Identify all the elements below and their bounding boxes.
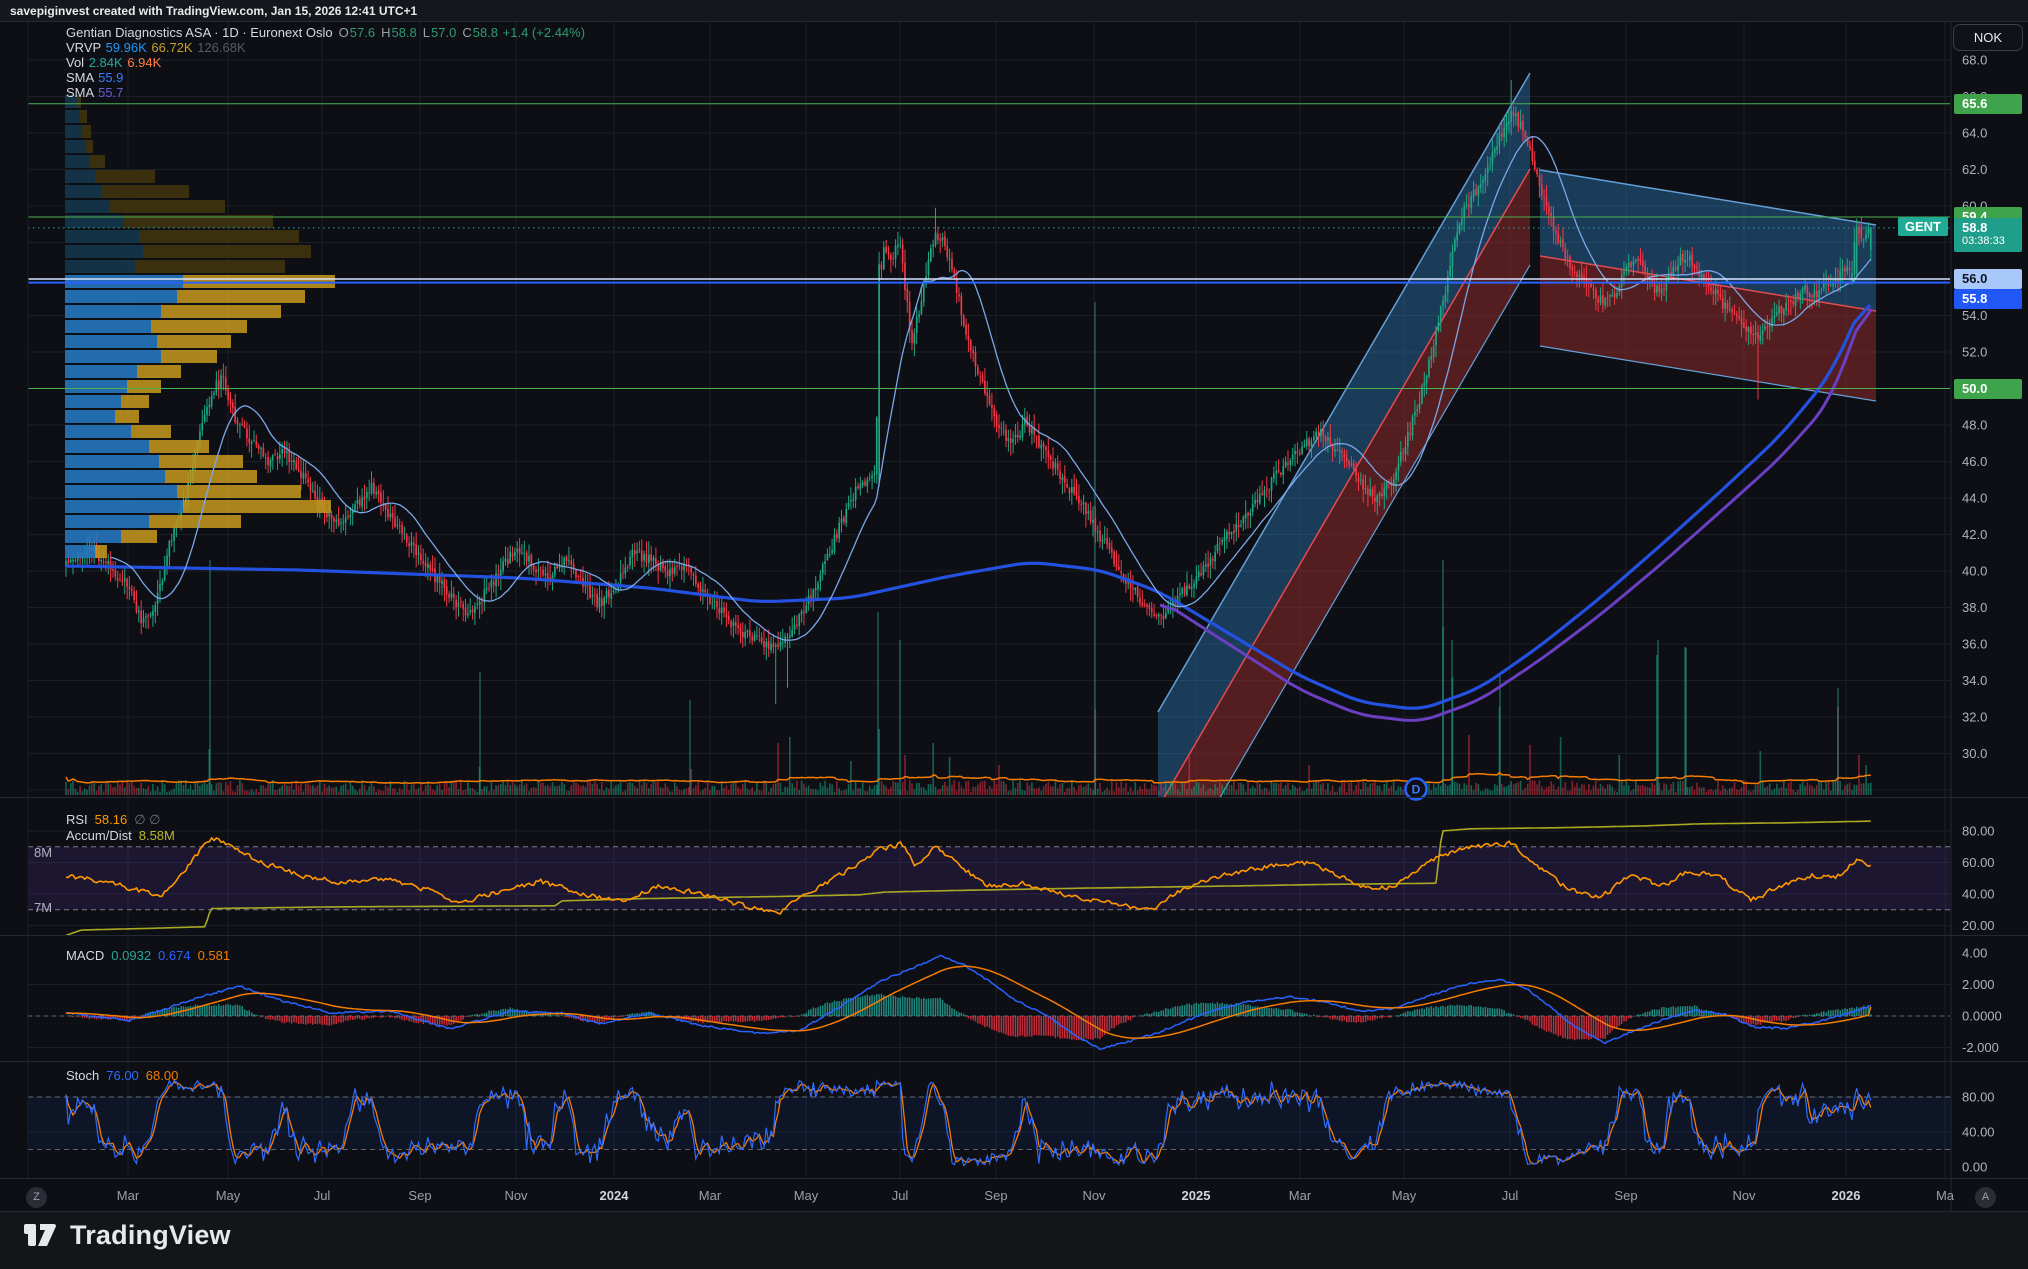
ohlc-key: L bbox=[423, 25, 430, 40]
tradingview-logo-icon bbox=[24, 1219, 60, 1251]
svg-text:64.0: 64.0 bbox=[1962, 126, 1987, 141]
svg-text:32.0: 32.0 bbox=[1962, 710, 1987, 725]
svg-text:48.0: 48.0 bbox=[1962, 418, 1987, 433]
main-legend[interactable]: Gentian Diagnostics ASA · 1D · Euronext … bbox=[66, 26, 585, 101]
svg-text:Nov: Nov bbox=[1732, 1188, 1756, 1203]
svg-text:Sep: Sep bbox=[1614, 1188, 1637, 1203]
svg-text:Mar: Mar bbox=[117, 1188, 140, 1203]
svg-text:62.0: 62.0 bbox=[1962, 162, 1987, 177]
legend-row-vrvp[interactable]: VRVP 59.96K 66.72K 126.68K bbox=[66, 41, 585, 56]
svg-text:May: May bbox=[216, 1188, 241, 1203]
ohlc-value: 58.8 bbox=[473, 25, 498, 40]
svg-text:Mar: Mar bbox=[699, 1188, 722, 1203]
svg-text:30.0: 30.0 bbox=[1962, 746, 1987, 761]
dividend-marker[interactable]: D bbox=[1406, 779, 1427, 800]
svg-text:Sep: Sep bbox=[408, 1188, 431, 1203]
currency-button[interactable]: NOK bbox=[1953, 24, 2023, 51]
legend-row-sma[interactable]: SMA 55.7 bbox=[66, 86, 585, 101]
svg-text:Nov: Nov bbox=[1082, 1188, 1106, 1203]
svg-text:20.00: 20.00 bbox=[1962, 918, 1995, 933]
ohlc-key: O bbox=[339, 25, 349, 40]
created-with-bar: savepiginvest created with TradingView.c… bbox=[0, 0, 2028, 22]
ohlc-value: 57.0 bbox=[431, 25, 456, 40]
price-axis-label-58.8: 58.803:38:33 bbox=[1954, 218, 2022, 252]
symbol-price-flag: GENT bbox=[1898, 217, 1948, 236]
svg-text:80.00: 80.00 bbox=[1962, 824, 1995, 839]
svg-text:0.00: 0.00 bbox=[1962, 1160, 1987, 1175]
svg-text:52.0: 52.0 bbox=[1962, 345, 1987, 360]
svg-text:40.00: 40.00 bbox=[1962, 1125, 1995, 1140]
svg-text:Mar: Mar bbox=[1289, 1188, 1312, 1203]
legend-row-vol[interactable]: Vol 2.84K 6.94K bbox=[66, 56, 585, 71]
tradingview-logo-text: TradingView bbox=[70, 1220, 231, 1251]
price-axis-label-65.6: 65.6 bbox=[1954, 94, 2022, 114]
change-value: +1.4 (+2.44%) bbox=[503, 25, 585, 40]
svg-text:2025: 2025 bbox=[1182, 1188, 1211, 1203]
svg-text:Sep: Sep bbox=[984, 1188, 1007, 1203]
svg-text:0.0000: 0.0000 bbox=[1962, 1009, 2002, 1024]
ohlc-value: 58.8 bbox=[391, 25, 416, 40]
svg-text:Jul: Jul bbox=[1502, 1188, 1519, 1203]
svg-text:36.0: 36.0 bbox=[1962, 637, 1987, 652]
ohlc-value: 57.6 bbox=[350, 25, 375, 40]
ohlc-values: O57.6H58.8L57.0C58.8 bbox=[333, 25, 498, 40]
svg-text:60.00: 60.00 bbox=[1962, 855, 1995, 870]
timezone-button[interactable]: Z bbox=[26, 1187, 47, 1208]
svg-text:Jul: Jul bbox=[892, 1188, 909, 1203]
legend-row-sma[interactable]: SMA 55.9 bbox=[66, 71, 585, 86]
svg-text:Jul: Jul bbox=[314, 1188, 331, 1203]
svg-text:2.000: 2.000 bbox=[1962, 977, 1995, 992]
svg-text:68.0: 68.0 bbox=[1962, 53, 1987, 68]
ohlc-key: H bbox=[381, 25, 390, 40]
svg-text:D: D bbox=[1412, 783, 1421, 797]
svg-text:2024: 2024 bbox=[600, 1188, 630, 1203]
tradingview-window: { "topbar": {"text": "savepiginvest crea… bbox=[0, 0, 2028, 1269]
svg-text:May: May bbox=[1392, 1188, 1417, 1203]
autoscale-button[interactable]: A bbox=[1975, 1187, 1996, 1208]
price-axis-label-56.0: 56.0 bbox=[1954, 269, 2022, 289]
svg-text:7M: 7M bbox=[34, 900, 52, 915]
stoch-legend[interactable]: Stoch76.0068.00 bbox=[66, 1068, 185, 1083]
svg-text:38.0: 38.0 bbox=[1962, 600, 1987, 615]
svg-text:40.0: 40.0 bbox=[1962, 564, 1987, 579]
tradingview-logo[interactable]: TradingView bbox=[24, 1219, 231, 1251]
price-axis-label-55.8: 55.8 bbox=[1954, 289, 2022, 309]
svg-text:40.00: 40.00 bbox=[1962, 887, 1995, 902]
svg-text:80.00: 80.00 bbox=[1962, 1090, 1995, 1105]
svg-text:Nov: Nov bbox=[504, 1188, 528, 1203]
svg-text:42.0: 42.0 bbox=[1962, 527, 1987, 542]
rsi-legend[interactable]: RSI58.16∅ ∅ bbox=[66, 812, 167, 828]
ohlc-key: C bbox=[462, 25, 471, 40]
chart-canvas[interactable]: D68.066.064.062.060.058.056.054.052.050.… bbox=[0, 0, 2028, 1269]
svg-text:46.0: 46.0 bbox=[1962, 454, 1987, 469]
symbol-title[interactable]: Gentian Diagnostics ASA · 1D · Euronext … bbox=[66, 25, 333, 40]
accum-legend[interactable]: Accum/Dist8.58M bbox=[66, 828, 182, 843]
svg-text:4.00: 4.00 bbox=[1962, 946, 1987, 961]
price-axis-label-50.0: 50.0 bbox=[1954, 379, 2022, 399]
svg-text:-2.000: -2.000 bbox=[1962, 1040, 1999, 1055]
svg-text:May: May bbox=[794, 1188, 819, 1203]
svg-text:44.0: 44.0 bbox=[1962, 491, 1987, 506]
svg-text:54.0: 54.0 bbox=[1962, 308, 1987, 323]
svg-text:8M: 8M bbox=[34, 845, 52, 860]
svg-text:34.0: 34.0 bbox=[1962, 673, 1987, 688]
svg-text:Ma: Ma bbox=[1936, 1188, 1955, 1203]
svg-text:2026: 2026 bbox=[1832, 1188, 1861, 1203]
macd-legend[interactable]: MACD0.09320.6740.581 bbox=[66, 948, 237, 963]
symbol-title-row: Gentian Diagnostics ASA · 1D · Euronext … bbox=[66, 26, 585, 41]
